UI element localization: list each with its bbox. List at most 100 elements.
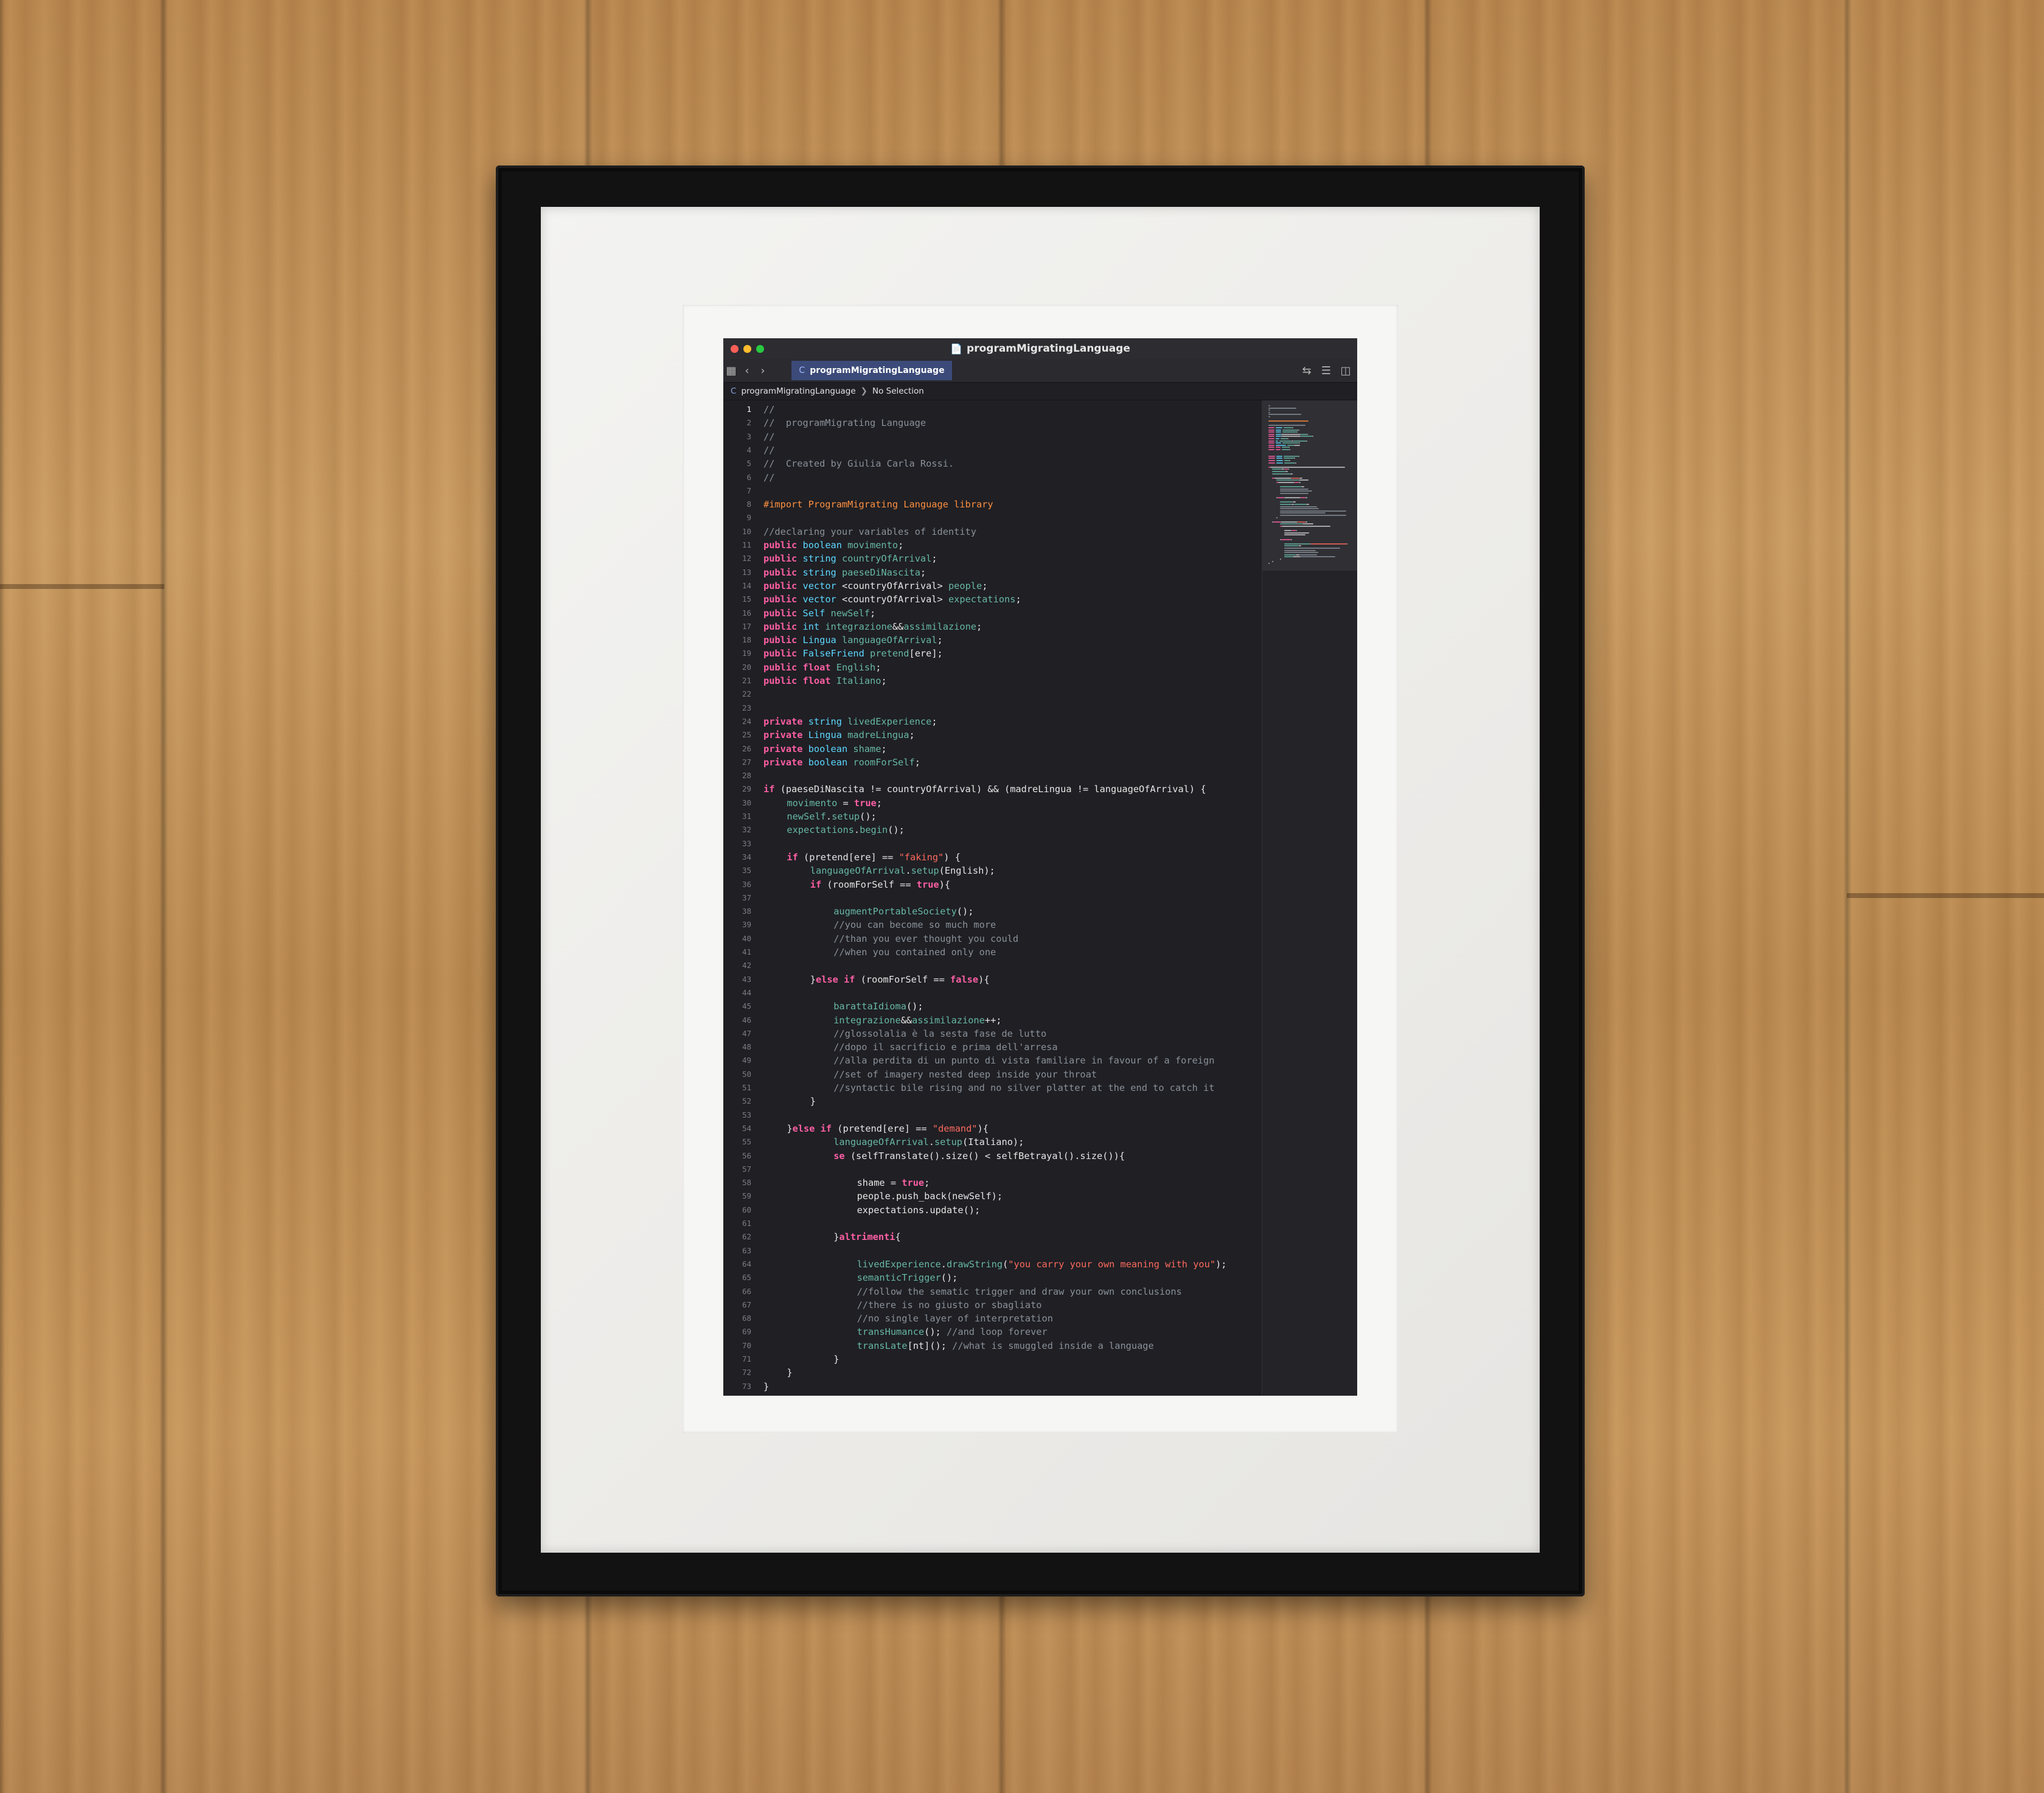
code-line[interactable]: public float Italiano;: [763, 674, 887, 688]
code-line[interactable]: //: [763, 430, 774, 444]
code-line[interactable]: public Self newSelf;: [763, 607, 875, 620]
code-line[interactable]: //: [763, 471, 774, 484]
code-token: }: [810, 1096, 816, 1107]
grid-icon[interactable]: ▦: [723, 364, 739, 377]
code-line[interactable]: augmentPortableSociety();: [833, 905, 973, 918]
code-line[interactable]: }: [763, 1380, 769, 1393]
code-line[interactable]: if (paeseDiNascita != countryOfArrival) …: [763, 782, 1206, 796]
code-line[interactable]: people.push_back(newSelf);: [857, 1189, 1003, 1203]
code-token: languageOfArrival: [810, 865, 906, 877]
code-line[interactable]: public boolean movimento;: [763, 538, 903, 552]
code-token: setup: [934, 1137, 963, 1148]
code-line[interactable]: private boolean roomForSelf;: [763, 756, 920, 769]
code-line[interactable]: }else if (pretend[ere] == "demand"){: [787, 1122, 989, 1135]
code-line[interactable]: public float English;: [763, 661, 881, 674]
code-line[interactable]: //glossolalia è la sesta fase de lutto: [833, 1027, 1046, 1040]
code-line[interactable]: shame = true;: [857, 1176, 930, 1189]
code-line[interactable]: //declaring your variables of identity: [763, 525, 976, 538]
close-window-button[interactable]: [731, 345, 739, 353]
code-line[interactable]: public Lingua languageOfArrival;: [763, 633, 943, 647]
code-line[interactable]: languageOfArrival.setup(Italiano);: [833, 1135, 1024, 1149]
code-token: true: [916, 879, 939, 890]
code-line[interactable]: newSelf.setup();: [787, 810, 876, 823]
code-line[interactable]: if (roomForSelf == true){: [810, 878, 950, 891]
code-line[interactable]: if (pretend[ere] == "faking") {: [787, 851, 961, 864]
zoom-window-button[interactable]: [756, 345, 764, 353]
code-line[interactable]: //syntactic bile rising and no silver pl…: [833, 1081, 1214, 1095]
code-line[interactable]: }: [787, 1366, 792, 1379]
code-line[interactable]: // Created by Giulia Carla Rossi.: [763, 457, 954, 470]
code-line[interactable]: }altrimenti{: [833, 1230, 901, 1244]
code-line[interactable]: languageOfArrival.setup(English);: [810, 864, 995, 877]
editor-options-icon[interactable]: ☰: [1318, 364, 1334, 377]
chevron-right-icon[interactable]: ›: [755, 364, 771, 377]
minimap-line: [1296, 431, 1298, 433]
code-line[interactable]: integrazione&&assimilazione++;: [833, 1014, 1001, 1027]
inspector-toggle-icon[interactable]: ◫: [1338, 364, 1354, 377]
code-line[interactable]: //dopo il sacrificio e prima dell'arresa: [833, 1040, 1057, 1054]
code-line[interactable]: //alla perdita di un punto di vista fami…: [833, 1054, 1214, 1067]
minimap-line: [1268, 433, 1274, 435]
code-line[interactable]: //: [763, 403, 774, 416]
code-line[interactable]: }: [810, 1095, 816, 1108]
code-line[interactable]: // programMigrating Language: [763, 416, 926, 430]
code-line[interactable]: semanticTrigger();: [857, 1271, 958, 1284]
code-token: (pretend[ere] ==: [832, 1123, 933, 1134]
minimap-line: [1275, 427, 1282, 428]
code-line[interactable]: public string countryOfArrival;: [763, 552, 937, 565]
code-line[interactable]: private Lingua madreLingua;: [763, 728, 915, 742]
code-line[interactable]: //than you ever thought you could: [833, 932, 1018, 945]
minimap-line: [1310, 543, 1347, 545]
code-line[interactable]: #import ProgramMigrating Language librar…: [763, 498, 993, 511]
code-line[interactable]: }else if (roomForSelf == false){: [810, 973, 990, 986]
code-line[interactable]: expectations.begin();: [787, 823, 904, 837]
code-line[interactable]: //no single layer of interpretation: [857, 1312, 1053, 1325]
line-number: 39: [742, 920, 751, 930]
code-line[interactable]: transLate[nt](); //what is smuggled insi…: [857, 1339, 1154, 1353]
code-line[interactable]: public vector <countryOfArrival> people;: [763, 579, 987, 593]
code-line[interactable]: private boolean shame;: [763, 742, 887, 756]
minimize-window-button[interactable]: [743, 345, 751, 353]
minimap-line: [1275, 431, 1282, 433]
minimap-line: [1282, 431, 1296, 433]
swap-icon[interactable]: ⇆: [1299, 364, 1315, 377]
code-line[interactable]: expectations.update();: [857, 1203, 981, 1217]
code-line[interactable]: //you can become so much more: [833, 918, 996, 931]
code-line[interactable]: //there is no giusto or sbagliato: [857, 1298, 1042, 1312]
minimap[interactable]: [1262, 400, 1357, 1396]
minimap-line: [1293, 504, 1307, 505]
code-line[interactable]: se (selfTranslate().size() < selfBetraya…: [833, 1149, 1125, 1163]
code-line[interactable]: private string livedExperience;: [763, 715, 937, 728]
code-line[interactable]: //set of imagery nested deep inside your…: [833, 1068, 1097, 1081]
code-line[interactable]: //when you contained only one: [833, 945, 996, 959]
code-line[interactable]: public string paeseDiNascita;: [763, 566, 926, 579]
code-line[interactable]: transHumance(); //and loop forever: [857, 1325, 1048, 1339]
code-line[interactable]: //: [763, 444, 774, 457]
minimap-line: [1285, 471, 1288, 472]
code-token: Lingua: [802, 635, 836, 646]
minimap-line: [1276, 460, 1284, 461]
code-editor[interactable]: 1 2 3 4 5 6 7 8 9 10 11 12 13 14 15 16 17 18 19 20 21 22 23 24 2…: [723, 400, 1357, 1396]
code-line[interactable]: }: [833, 1353, 839, 1366]
code-line[interactable]: public vector <countryOfArrival> expecta…: [763, 593, 1021, 606]
breadcrumb-selection[interactable]: No Selection: [872, 386, 924, 396]
code-token: if: [787, 851, 798, 863]
code-area[interactable]: //// programMigrating Language////// Cre…: [756, 400, 1260, 1396]
code-token: (: [1003, 1258, 1009, 1270]
code-line[interactable]: barattaIdioma();: [833, 1000, 923, 1013]
code-line[interactable]: movimento = true;: [787, 796, 882, 810]
code-line[interactable]: public int integrazione&&assimilazione;: [763, 620, 982, 633]
tab-program-migrating-language[interactable]: C programMigratingLanguage: [791, 361, 952, 380]
code-line[interactable]: //follow the sematic trigger and draw yo…: [857, 1285, 1182, 1298]
breadcrumb-file[interactable]: programMigratingLanguage: [741, 386, 855, 396]
minimap-line: [1284, 552, 1318, 554]
chevron-left-icon[interactable]: ‹: [739, 364, 755, 377]
code-token: people: [948, 580, 982, 591]
minimap-line: [1274, 477, 1292, 479]
minimap-line: [1268, 420, 1309, 422]
code-line[interactable]: public FalseFriend pretend[ere];: [763, 647, 943, 660]
code-line[interactable]: livedExperience.drawString("you carry yo…: [857, 1258, 1227, 1271]
minimap-line: [1291, 538, 1293, 540]
code-token: if: [810, 879, 822, 890]
